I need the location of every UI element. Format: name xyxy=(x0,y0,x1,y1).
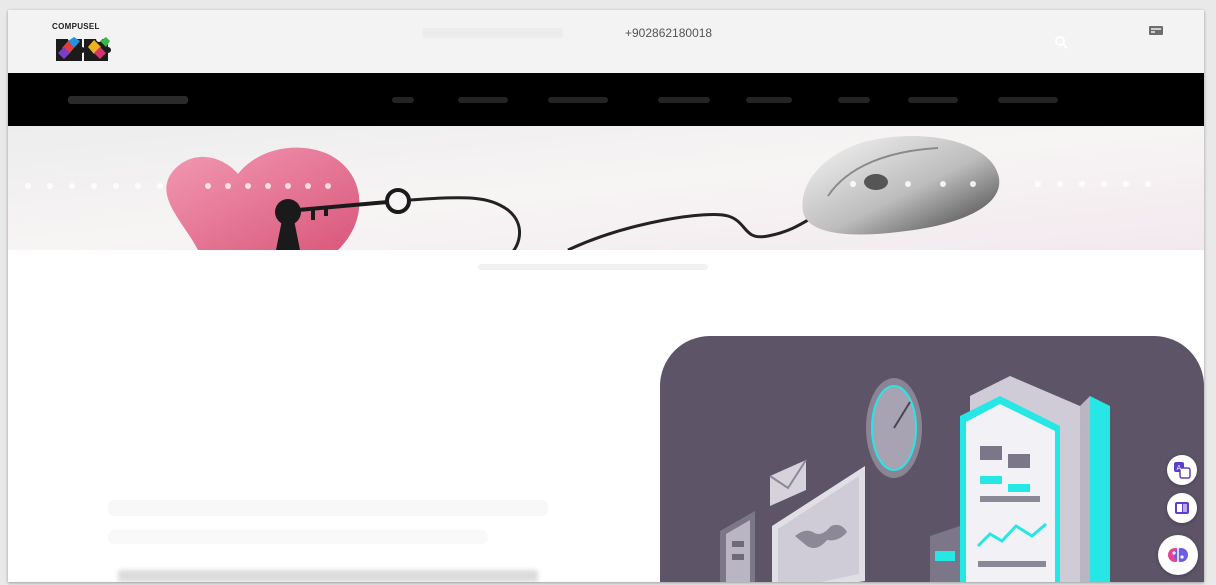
faded-subtitle-line xyxy=(108,500,548,516)
nav-item-3[interactable] xyxy=(548,97,608,103)
translate-icon: A xyxy=(1174,462,1191,479)
faded-subtitle-line-2 xyxy=(108,530,488,544)
dashboard-illustration xyxy=(660,336,1204,582)
nav-item-7[interactable] xyxy=(908,97,958,103)
book-icon xyxy=(1175,502,1189,514)
nav-item-1[interactable] xyxy=(392,97,414,103)
nav-item-4[interactable] xyxy=(658,97,710,103)
translate-widget-button[interactable]: A xyxy=(1167,455,1197,485)
card-icon[interactable] xyxy=(1148,24,1164,36)
nav-item-8[interactable] xyxy=(998,97,1058,103)
reader-widget-button[interactable] xyxy=(1167,493,1197,523)
hero-banner-image xyxy=(8,126,1204,250)
nav-brand[interactable] xyxy=(68,96,188,104)
nav-item-2[interactable] xyxy=(458,97,508,103)
nav-item-6[interactable] xyxy=(838,97,870,103)
faded-button-strip xyxy=(118,570,538,582)
brain-icon xyxy=(1168,548,1188,562)
faded-caption xyxy=(478,264,708,270)
top-bar: COMPUSEL +902862180018 xyxy=(8,10,1204,73)
svg-text:A: A xyxy=(1177,464,1182,472)
logo-text: COMPUSEL xyxy=(52,22,100,31)
search-icon[interactable] xyxy=(1054,35,1068,49)
ai-assistant-widget-button[interactable] xyxy=(1158,535,1198,575)
phone-number[interactable]: +902862180018 xyxy=(625,26,712,40)
logo[interactable]: COMPUSEL xyxy=(52,22,132,66)
browser-viewport: COMPUSEL +902862180018 A xyxy=(8,10,1204,582)
top-search-bar[interactable] xyxy=(423,28,563,38)
main-navigation xyxy=(8,73,1204,126)
puzzle-logo-icon xyxy=(54,35,112,61)
nav-item-5[interactable] xyxy=(746,97,792,103)
